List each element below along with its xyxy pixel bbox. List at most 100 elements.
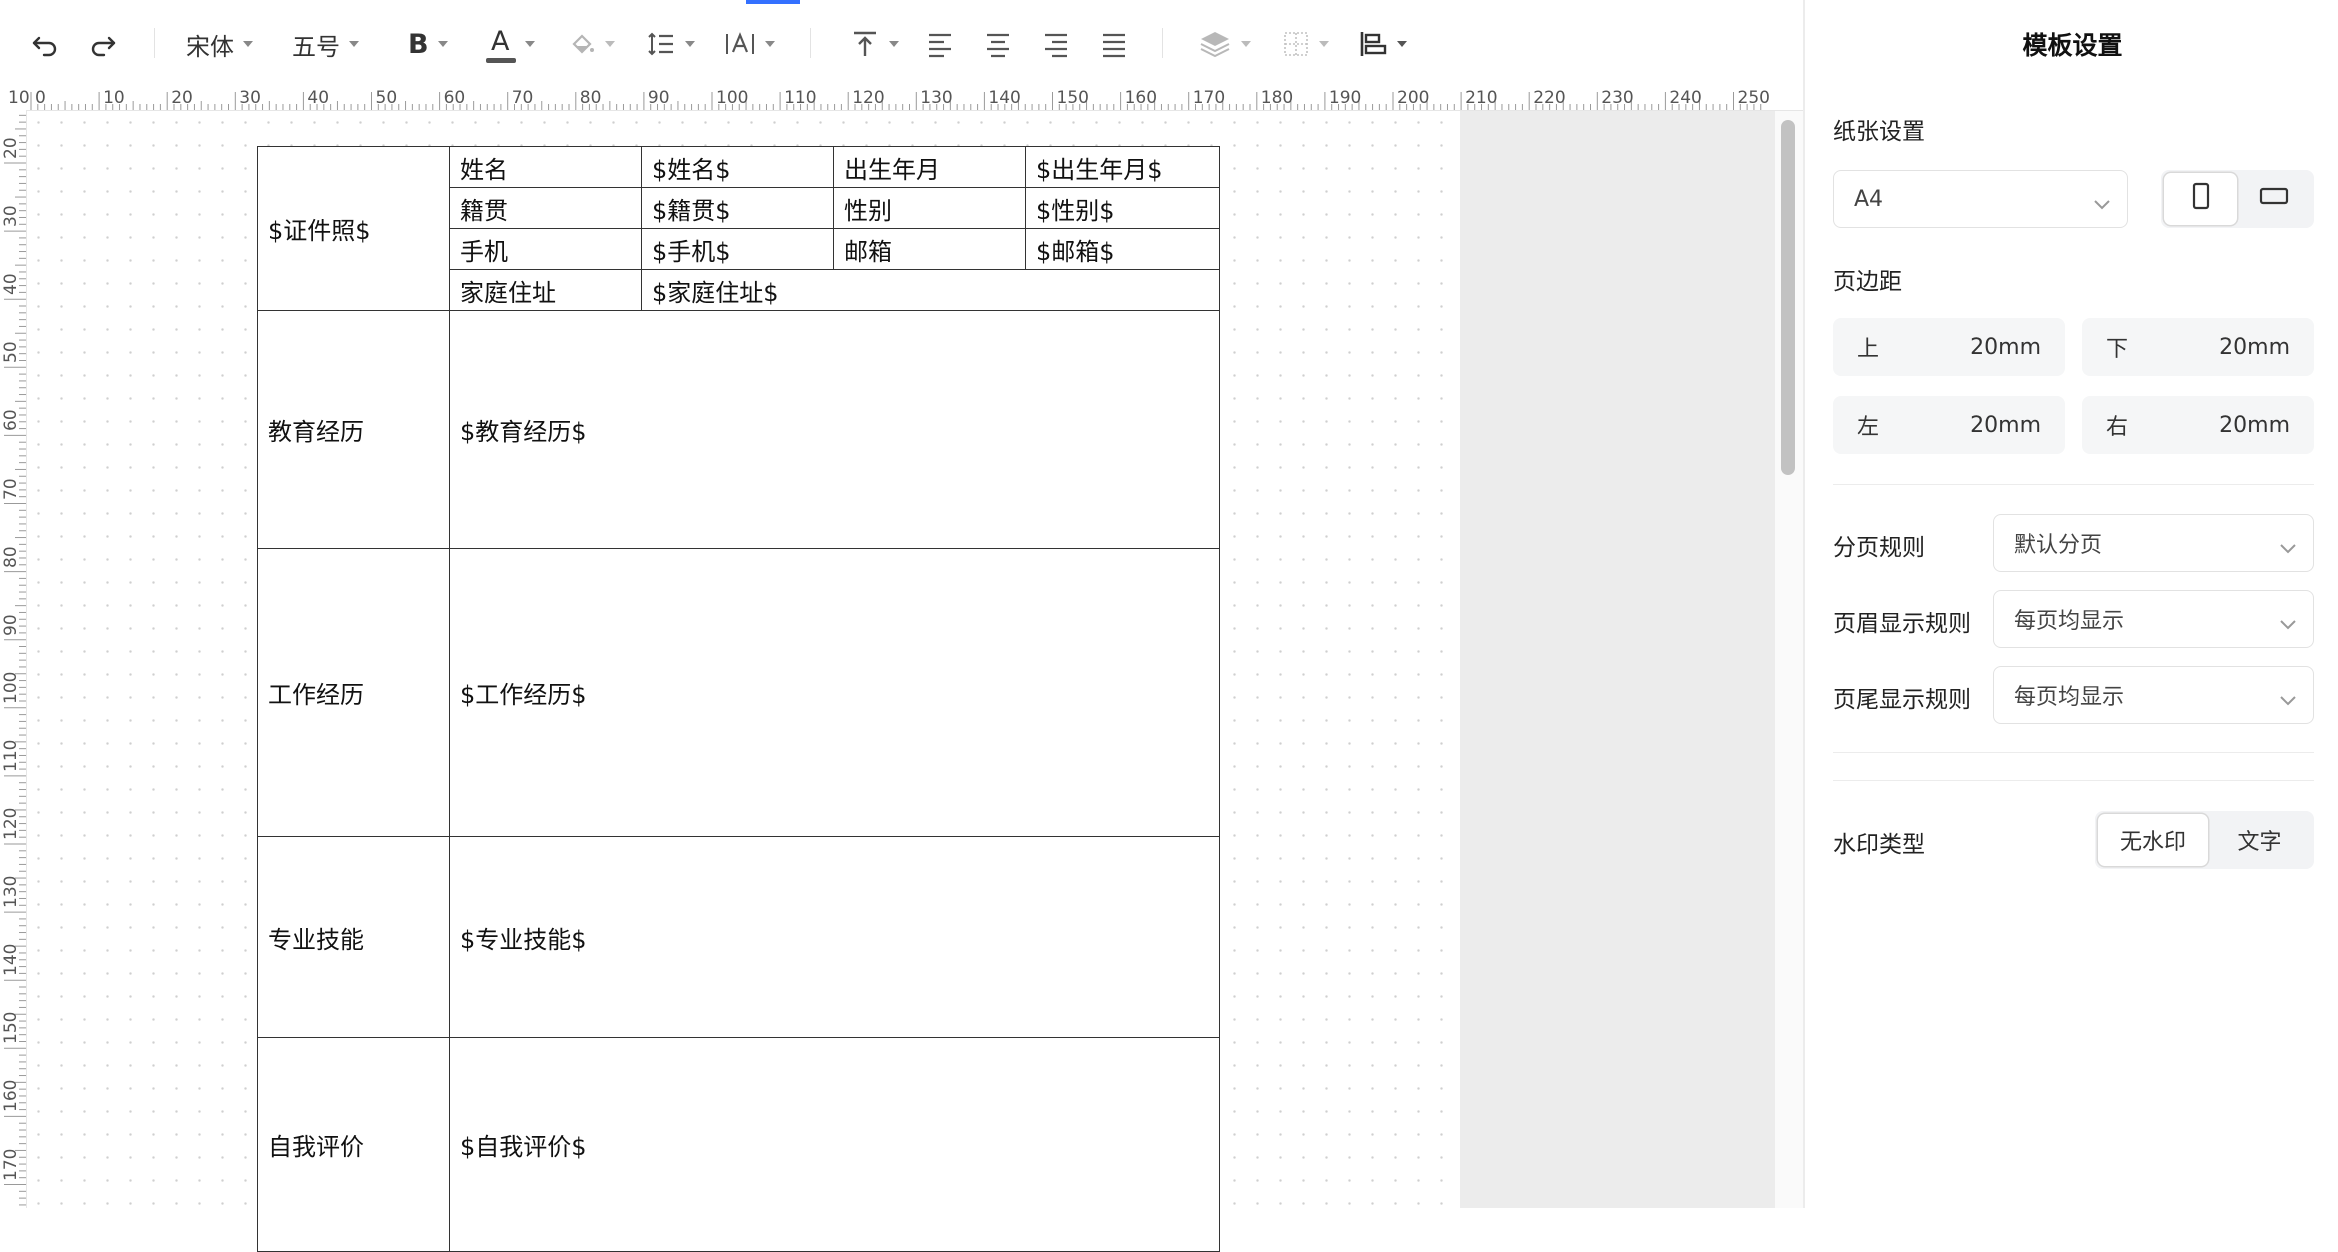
font-color-button[interactable]: A [486, 20, 536, 68]
ruler-label: 50 [375, 88, 398, 108]
watermark-none-option[interactable]: 无水印 [2098, 814, 2208, 866]
align-justify-button[interactable] [1100, 20, 1128, 68]
ruler-label: 80 [579, 88, 602, 108]
ruler-label: 100 [716, 88, 749, 108]
font-family-select[interactable]: 宋体 [186, 20, 254, 68]
align-justify-icon [1100, 30, 1128, 58]
undo-button[interactable] [30, 20, 60, 68]
name-label-cell[interactable]: 姓名 [449, 146, 642, 188]
ruler-label: 0 [35, 88, 46, 108]
paper-section-label: 纸张设置 [1833, 119, 1925, 145]
margin-right-input[interactable]: 右 20mm [2082, 396, 2314, 454]
ruler-label: 120 [1, 807, 21, 840]
ruler-label: 80 [1, 545, 21, 568]
landscape-button[interactable] [2237, 173, 2311, 225]
orientation-toggle [2161, 170, 2314, 228]
layers-icon [1198, 29, 1232, 59]
ruler-label: 190 [1328, 88, 1362, 108]
canvas-margin-area [1460, 111, 1775, 1208]
margin-left-value: 20mm [1970, 412, 2041, 438]
ruler-label: 90 [1, 614, 21, 636]
object-align-button[interactable] [1358, 20, 1408, 68]
section-divider [1833, 780, 2314, 781]
ruler-label: 10 [8, 88, 30, 108]
address-label-cell[interactable]: 家庭住址 [449, 269, 642, 311]
fill-color-button[interactable] [568, 20, 616, 68]
watermark-text-option[interactable]: 文字 [2208, 814, 2311, 866]
portrait-button[interactable] [2164, 173, 2237, 225]
bold-label: B [408, 28, 429, 60]
vertical-align-button[interactable] [850, 20, 900, 68]
skills-value-cell[interactable]: $专业技能$ [449, 836, 1220, 1038]
paper-size-select[interactable]: A4 [1833, 170, 2128, 228]
header-rule-value: 每页均显示 [2014, 609, 2125, 634]
birth-value-cell[interactable]: $出生年月$ [1025, 146, 1220, 188]
scrollbar-thumb[interactable] [1781, 120, 1795, 475]
ruler-label: 10 [103, 88, 125, 108]
line-spacing-button[interactable] [646, 20, 696, 68]
phone-label-cell[interactable]: 手机 [449, 228, 642, 270]
template-settings-panel: 模板设置 纸张设置 A4 页边距 上 20mm 下 20mm 左 20mm 右 … [1803, 0, 2338, 1208]
header-rule-select[interactable]: 每页均显示 [1993, 590, 2314, 648]
ruler-label: 110 [784, 88, 817, 108]
gender-value-cell[interactable]: $性别$ [1025, 187, 1220, 229]
text-box-button[interactable] [724, 20, 776, 68]
origin-label-cell[interactable]: 籍贯 [449, 187, 642, 229]
work-label-cell[interactable]: 工作经历 [257, 548, 450, 837]
border-grid-icon [1282, 30, 1310, 58]
ruler-label: 150 [1056, 88, 1089, 108]
ruler-label: 90 [647, 88, 670, 108]
origin-value-cell[interactable]: $籍贯$ [641, 187, 834, 229]
birth-label-cell[interactable]: 出生年月 [833, 146, 1026, 188]
border-button[interactable] [1282, 20, 1330, 68]
page-break-label: 分页规则 [1833, 535, 1925, 561]
caret-down-icon [1318, 40, 1330, 48]
phone-value-cell[interactable]: $手机$ [641, 228, 834, 270]
align-center-button[interactable] [984, 20, 1012, 68]
margin-right-label: 右 [2106, 415, 2129, 440]
vertical-ruler: 20 30 40 50 60 70 80 90 100 110 120 130 140 150 160 170 [0, 110, 27, 1208]
ruler-label: 160 [1, 1079, 21, 1113]
footer-rule-select[interactable]: 每页均显示 [1993, 666, 2314, 724]
ruler-label: 230 [1601, 88, 1634, 108]
self-eval-label-cell[interactable]: 自我评价 [257, 1037, 450, 1252]
redo-button[interactable] [88, 20, 118, 68]
font-size-value: 五号 [292, 32, 340, 61]
caret-down-icon [764, 40, 776, 48]
self-eval-value-cell[interactable]: $自我评价$ [449, 1037, 1220, 1252]
skills-label-cell[interactable]: 专业技能 [257, 836, 450, 1038]
resume-template-table[interactable]: $证件照$ 姓名 $姓名$ 出生年月 $出生年月$ 籍贯 $籍贯$ 性别 $性别… [257, 146, 1220, 1252]
toolbar: 宋体 五号 B A [0, 0, 1803, 88]
ruler-label: 20 [1, 137, 21, 159]
align-left-button[interactable] [926, 20, 954, 68]
bold-button[interactable]: B [408, 20, 449, 68]
margin-left-input[interactable]: 左 20mm [1833, 396, 2065, 454]
align-center-icon [984, 30, 1012, 58]
margin-bottom-value: 20mm [2219, 334, 2290, 360]
caret-down-icon [888, 40, 900, 48]
layer-button[interactable] [1198, 20, 1252, 68]
chevron-down-icon [2093, 192, 2111, 217]
email-label-cell[interactable]: 邮箱 [833, 228, 1026, 270]
footer-rule-value: 每页均显示 [2014, 685, 2125, 710]
header-rule-label: 页眉显示规则 [1833, 611, 1971, 637]
margin-bottom-input[interactable]: 下 20mm [2082, 318, 2314, 376]
work-value-cell[interactable]: $工作经历$ [449, 548, 1220, 837]
caret-down-icon [604, 40, 616, 48]
email-value-cell[interactable]: $邮箱$ [1025, 228, 1220, 270]
toolbar-divider [810, 28, 811, 58]
gender-label-cell[interactable]: 性别 [833, 187, 1026, 229]
education-label-cell[interactable]: 教育经历 [257, 310, 450, 549]
align-top-icon [850, 29, 880, 59]
margin-left-label: 左 [1857, 415, 1880, 440]
address-value-cell[interactable]: $家庭住址$ [641, 269, 1220, 311]
align-right-icon [1042, 30, 1070, 58]
caret-down-icon [684, 40, 696, 48]
page-break-select[interactable]: 默认分页 [1993, 514, 2314, 572]
education-value-cell[interactable]: $教育经历$ [449, 310, 1220, 549]
align-right-button[interactable] [1042, 20, 1070, 68]
margin-top-input[interactable]: 上 20mm [1833, 318, 2065, 376]
font-size-select[interactable]: 五号 [292, 20, 360, 68]
name-value-cell[interactable]: $姓名$ [641, 146, 834, 188]
photo-cell[interactable]: $证件照$ [257, 146, 450, 311]
